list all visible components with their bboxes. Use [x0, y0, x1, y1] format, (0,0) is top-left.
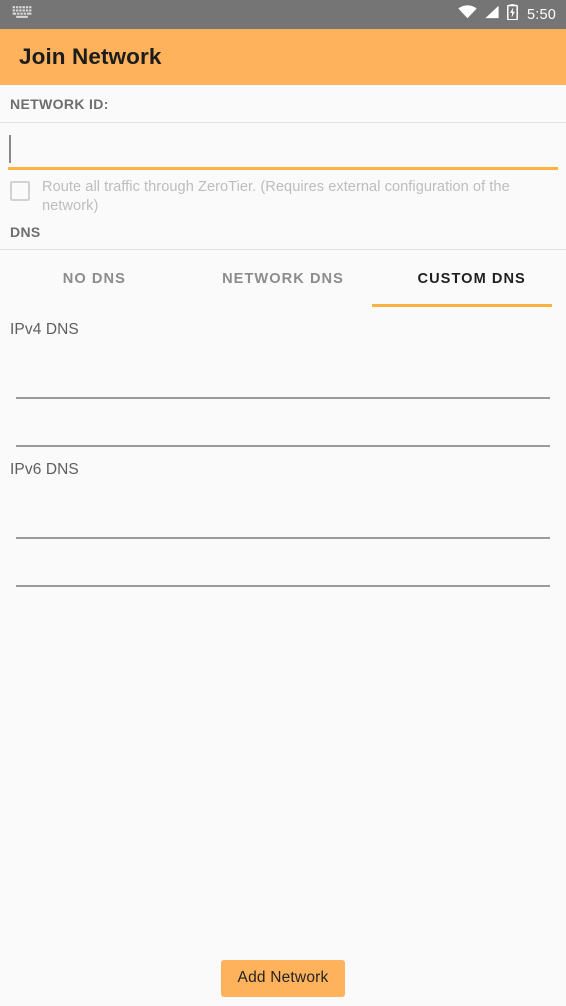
ipv6-dns-input-2[interactable] — [16, 539, 550, 587]
action-bar: Join Network — [0, 29, 566, 85]
form-body: NETWORK ID: Route all traffic through Ze… — [0, 85, 566, 1006]
status-bar-clock: 5:50 — [526, 6, 556, 23]
ipv6-dns-input-2-underline — [16, 585, 550, 587]
add-network-button[interactable]: Add Network — [220, 959, 346, 997]
route-all-traffic-label: Route all traffic through ZeroTier. (Req… — [42, 178, 510, 216]
ipv4-dns-input-1[interactable] — [16, 351, 550, 399]
ipv4-dns-input-2-underline — [16, 445, 550, 447]
footer-bar: Add Network — [0, 950, 566, 1006]
cell-signal-icon — [484, 5, 500, 24]
route-all-traffic-row[interactable]: Route all traffic through ZeroTier. (Req… — [0, 170, 566, 220]
dns-section-label: DNS — [0, 220, 566, 249]
page-title: Join Network — [19, 44, 162, 69]
network-id-field-wrapper[interactable] — [0, 123, 566, 170]
status-bar-left — [12, 5, 458, 24]
tab-no-dns[interactable]: NO DNS — [0, 250, 189, 307]
ipv4-dns-input-2[interactable] — [16, 399, 550, 447]
status-bar-right: 5:50 — [458, 4, 556, 25]
keyboard-icon — [12, 5, 32, 24]
ipv4-dns-label: IPv4 DNS — [10, 321, 79, 338]
network-id-label: NETWORK ID: — [0, 85, 566, 122]
ipv6-dns-input-1[interactable] — [16, 491, 550, 539]
route-all-traffic-checkbox[interactable] — [10, 181, 30, 201]
join-network-screen: 5:50 Join Network NETWORK ID: Route all … — [0, 0, 566, 1006]
battery-charging-icon — [507, 4, 518, 25]
wifi-icon — [458, 5, 477, 24]
text-caret — [9, 135, 11, 163]
tab-selected-indicator — [372, 304, 552, 307]
network-id-input[interactable] — [8, 131, 558, 167]
route-all-traffic-line2: network) — [42, 198, 99, 214]
tab-custom-dns[interactable]: CUSTOM DNS — [377, 250, 566, 307]
route-all-traffic-line1: Route all traffic through ZeroTier. (Req… — [42, 179, 510, 195]
tab-network-dns[interactable]: NETWORK DNS — [189, 250, 378, 307]
custom-dns-panel: IPv4 DNS IPv6 DNS — [0, 307, 566, 587]
dns-tab-bar: NO DNS NETWORK DNS CUSTOM DNS — [0, 250, 566, 307]
ipv6-dns-label: IPv6 DNS — [10, 461, 79, 478]
status-bar: 5:50 — [0, 0, 566, 29]
network-id-underline — [8, 167, 558, 170]
